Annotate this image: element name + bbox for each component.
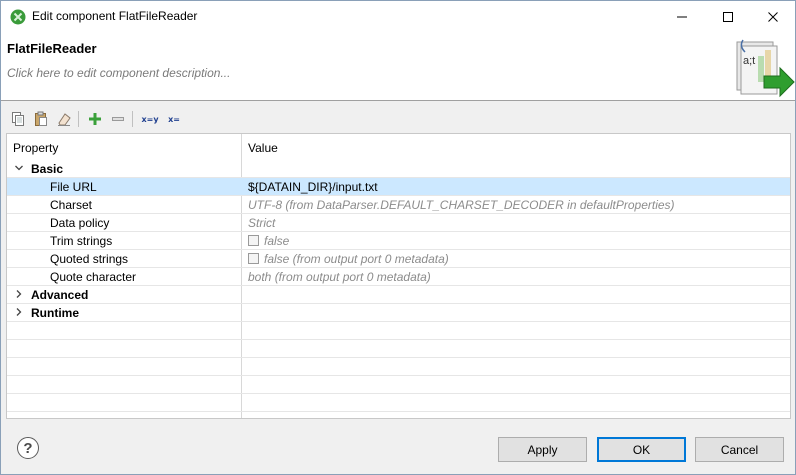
chevron-right-icon[interactable] (14, 289, 24, 299)
property-name: Charset (50, 198, 93, 212)
table-row[interactable]: File URL ${DATAIN_DIR}/input.txt (7, 178, 790, 196)
variable-button[interactable]: x=y (139, 110, 161, 128)
component-header: FlatFileReader Click here to edit compon… (1, 32, 795, 101)
apply-button[interactable]: Apply (498, 437, 587, 462)
property-table[interactable]: Property Value Basic File URL ${DATAIN_D… (6, 133, 791, 419)
category-row-basic[interactable]: Basic (7, 160, 790, 178)
clear-button[interactable] (55, 110, 73, 128)
property-value-checkbox[interactable]: false (248, 234, 289, 248)
category-label: Basic (31, 162, 64, 176)
svg-text:a;t: a;t (743, 55, 755, 67)
property-value[interactable]: both (from output port 0 metadata) (248, 270, 431, 284)
app-icon (10, 9, 26, 25)
property-value[interactable]: UTF-8 (from DataParser.DEFAULT_CHARSET_D… (248, 198, 675, 212)
empty-row (7, 340, 790, 358)
chevron-down-icon[interactable] (14, 163, 24, 173)
table-row[interactable]: Quote character both (from output port 0… (7, 268, 790, 286)
maximize-button[interactable] (705, 1, 751, 32)
property-value[interactable]: ${DATAIN_DIR}/input.txt (248, 180, 378, 194)
toolbar-separator (78, 111, 79, 127)
checkbox-label: false (from output port 0 metadata) (264, 252, 449, 266)
dialog-footer: ? Apply OK Cancel (1, 421, 795, 475)
toolbar-separator (132, 111, 133, 127)
empty-row (7, 358, 790, 376)
paste-button[interactable] (32, 110, 50, 128)
add-icon (89, 113, 101, 125)
empty-row (7, 394, 790, 412)
flat-file-reader-icon: a;t (736, 39, 795, 98)
remove-button[interactable] (109, 110, 127, 128)
table-row[interactable]: Trim strings false (7, 232, 790, 250)
property-value-checkbox[interactable]: false (from output port 0 metadata) (248, 252, 449, 266)
checkbox[interactable] (248, 253, 259, 264)
close-icon (768, 11, 778, 22)
empty-row (7, 322, 790, 340)
table-row[interactable]: Quoted strings false (from output port 0… (7, 250, 790, 268)
copy-button[interactable] (9, 110, 27, 128)
close-button[interactable] (750, 1, 796, 32)
variable-icon: x=y (141, 114, 159, 124)
property-column-header[interactable]: Property (13, 141, 58, 155)
table-header: Property Value (7, 134, 790, 160)
component-name: FlatFileReader (7, 41, 97, 56)
table-row[interactable]: Charset UTF-8 (from DataParser.DEFAULT_C… (7, 196, 790, 214)
title-bar: Edit component FlatFileReader (1, 1, 795, 32)
clear-icon (58, 113, 71, 126)
help-button[interactable]: ? (17, 437, 39, 459)
paste-icon (35, 111, 47, 126)
category-label: Advanced (31, 288, 89, 302)
checkbox[interactable] (248, 235, 259, 246)
property-value[interactable]: Strict (248, 216, 275, 230)
window-title: Edit component FlatFileReader (32, 9, 198, 23)
minimize-icon (677, 16, 687, 17)
category-label: Runtime (31, 306, 79, 320)
edit-component-dialog: Edit component FlatFileReader FlatFileRe… (0, 0, 796, 475)
category-row-runtime[interactable]: Runtime (7, 304, 790, 322)
value-column-header[interactable]: Value (248, 141, 278, 155)
variable-edit-button[interactable]: x= (163, 110, 185, 128)
cancel-button[interactable]: Cancel (695, 437, 784, 462)
variable-edit-icon: x= (168, 114, 180, 124)
property-name: Trim strings (50, 234, 113, 248)
property-name: Data policy (50, 216, 110, 230)
empty-row (7, 376, 790, 394)
copy-icon (12, 112, 24, 126)
maximize-icon (723, 11, 733, 22)
toolbar: x=y x= (1, 105, 795, 131)
add-button[interactable] (86, 110, 104, 128)
component-description[interactable]: Click here to edit component description… (7, 66, 230, 80)
property-name: Quoted strings (50, 252, 129, 266)
minimize-button[interactable] (659, 1, 705, 32)
category-row-advanced[interactable]: Advanced (7, 286, 790, 304)
ok-button[interactable]: OK (597, 437, 686, 462)
checkbox-label: false (264, 234, 290, 248)
table-row[interactable]: Data policy Strict (7, 214, 790, 232)
property-name: Quote character (50, 270, 137, 284)
chevron-right-icon[interactable] (14, 307, 24, 317)
property-name: File URL (50, 180, 97, 194)
remove-icon (112, 117, 124, 121)
